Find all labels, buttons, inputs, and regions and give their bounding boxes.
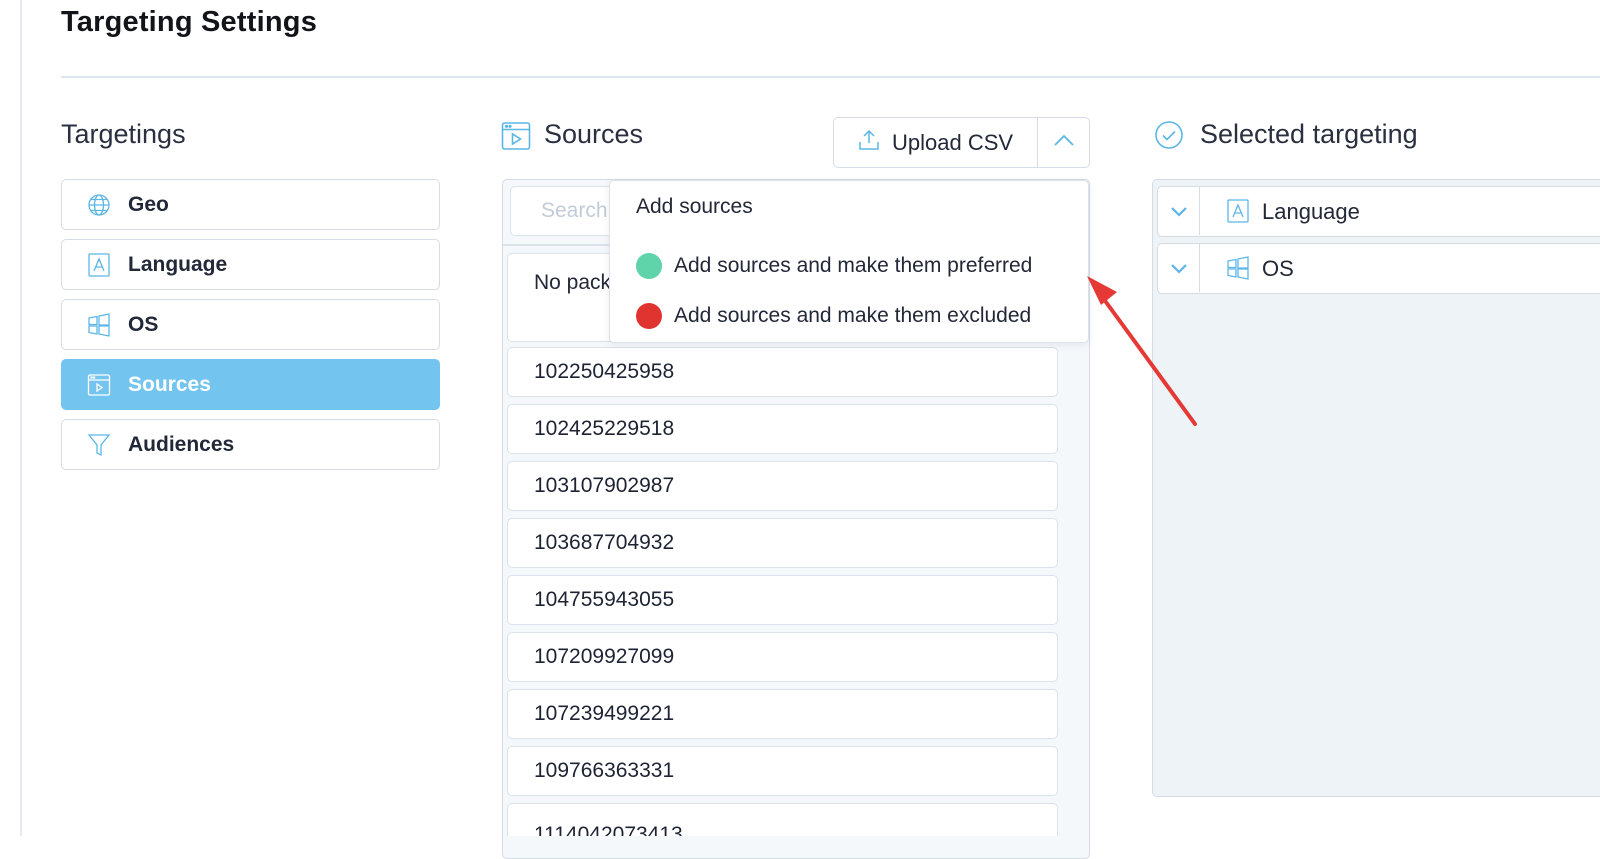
language-icon [86,252,112,278]
selected-item-os[interactable]: OS [1157,243,1600,294]
page-title: Targeting Settings [61,6,318,38]
source-row[interactable]: 103107902987 [507,461,1058,511]
add-preferred-label: Add sources and make them preferred [674,254,1033,277]
language-icon [1225,198,1251,224]
excluded-dot-icon [636,303,662,329]
sources-icon [501,121,531,151]
chevron-up-icon [1053,133,1075,152]
source-row[interactable]: 107239499221 [507,689,1058,739]
selected-item-label: OS [1262,256,1294,281]
sources-heading: Sources [544,119,644,149]
add-preferred-option[interactable]: Add sources and make them preferred [636,253,1032,279]
dropdown-title: Add sources [636,195,753,218]
windows-icon [86,312,112,338]
add-excluded-label: Add sources and make them excluded [674,304,1032,327]
targetings-heading: Targetings [61,119,186,149]
title-divider [61,76,1600,78]
selected-item-label: Language [1262,199,1360,224]
funnel-icon [86,432,112,458]
source-row[interactable]: 107209927099 [507,632,1058,682]
page-left-border [20,0,22,836]
upload-csv-button[interactable]: Upload CSV [833,117,1038,168]
sources-icon [86,372,112,398]
targeting-item-os[interactable]: OS [61,299,440,350]
source-row[interactable]: 103687704932 [507,518,1058,568]
upload-csv-label: Upload CSV [892,129,1014,155]
check-circle-icon [1154,120,1184,150]
upload-icon [858,129,880,156]
source-row-text: 1114042073413 [534,823,683,836]
targeting-item-sources[interactable]: Sources [61,359,440,410]
source-row[interactable]: 1114042073413 [507,803,1058,836]
windows-icon [1225,255,1251,281]
add-sources-menu-toggle[interactable] [1037,117,1090,168]
selected-item-language[interactable]: Language [1157,186,1600,237]
add-excluded-option[interactable]: Add sources and make them excluded [636,303,1031,329]
source-row[interactable]: 109766363331 [507,746,1058,796]
source-row[interactable]: 102250425958 [507,347,1058,397]
source-row[interactable]: 104755943055 [507,575,1058,625]
targeting-item-geo[interactable]: Geo [61,179,440,230]
targeting-item-label: Geo [128,192,169,216]
add-sources-dropdown: Add sources Add sources and make them pr… [609,180,1089,343]
targeting-item-label: Language [128,252,228,276]
globe-icon [86,192,112,218]
targeting-item-label: OS [128,312,159,336]
chevron-down-icon[interactable] [1158,244,1200,292]
selected-targeting-heading: Selected targeting [1200,119,1418,149]
targeting-item-language[interactable]: Language [61,239,440,290]
targeting-item-label: Sources [128,372,211,396]
chevron-down-icon[interactable] [1158,187,1200,235]
source-row[interactable]: 102425229518 [507,404,1058,454]
targeting-item-audiences[interactable]: Audiences [61,419,440,470]
targeting-item-label: Audiences [128,432,235,456]
preferred-dot-icon [636,253,662,279]
